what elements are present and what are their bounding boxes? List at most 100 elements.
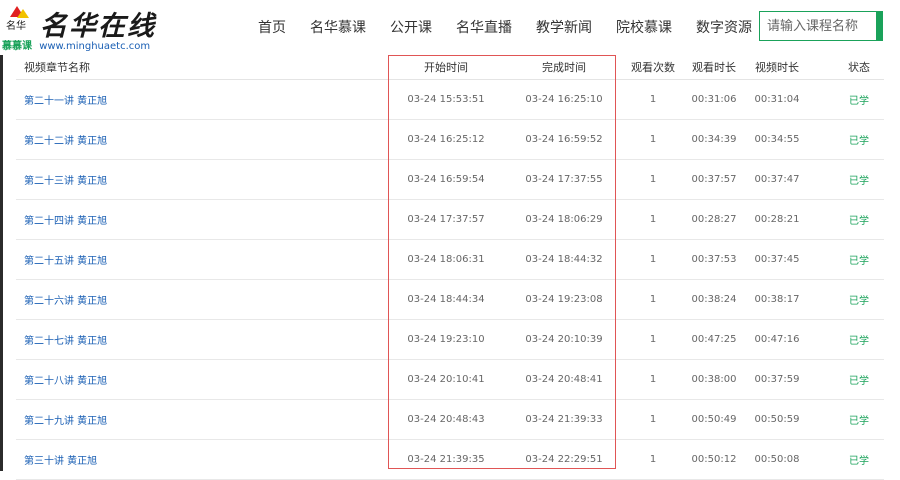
start-time: 03-24 20:48:43 [407, 414, 485, 425]
status-badge: 已学 [849, 96, 869, 107]
status-badge: 已学 [849, 376, 869, 387]
view-count: 1 [649, 294, 657, 305]
chapter-link[interactable]: 第二十七讲 黄正旭 [24, 320, 107, 359]
view-count: 1 [649, 454, 657, 465]
chapter-link[interactable]: 第二十九讲 黄正旭 [24, 400, 107, 439]
nav-minghua-live[interactable]: 名华直播 [456, 17, 512, 37]
view-count: 1 [649, 174, 657, 185]
search-box [759, 11, 883, 41]
search-button[interactable] [876, 11, 883, 41]
video-duration: 00:31:04 [754, 94, 800, 105]
chapter-link[interactable]: 第二十一讲 黄正旭 [24, 80, 107, 119]
status-badge: 已学 [849, 176, 869, 187]
view-count: 1 [649, 254, 657, 265]
end-time: 03-24 22:29:51 [525, 454, 603, 465]
nav-college-mooc[interactable]: 院校慕课 [616, 17, 672, 37]
start-time: 03-24 18:06:31 [407, 254, 485, 265]
table-row: 第二十六讲 黄正旭 03-24 18:44:34 03-24 19:23:08 … [16, 280, 884, 320]
watch-duration: 00:38:00 [691, 374, 737, 385]
watch-duration: 00:47:25 [691, 334, 737, 345]
end-time: 03-24 21:39:33 [525, 414, 603, 425]
header-video-duration: 视频时长 [755, 61, 799, 74]
end-time: 03-24 17:37:55 [525, 174, 603, 185]
viewing-record-table: 视频章节名称 开始时间 完成时间 观看次数 观看时长 视频时长 状态 第二十一讲… [16, 55, 884, 480]
chapter-link[interactable]: 第二十二讲 黄正旭 [24, 120, 107, 159]
view-count: 1 [649, 134, 657, 145]
status-badge: 已学 [849, 256, 869, 267]
table-row: 第二十七讲 黄正旭 03-24 19:23:10 03-24 20:10:39 … [16, 320, 884, 360]
video-duration: 00:37:45 [754, 254, 800, 265]
chapter-link[interactable]: 第二十四讲 黄正旭 [24, 200, 107, 239]
nav-minghua-mooc[interactable]: 名华慕课 [310, 17, 366, 37]
end-time: 03-24 18:06:29 [525, 214, 603, 225]
main-nav: 首页 名华慕课 公开课 名华直播 教学新闻 院校慕课 数字资源 [258, 17, 776, 37]
start-time: 03-24 20:10:41 [407, 374, 485, 385]
view-count: 1 [649, 94, 657, 105]
header-name: 视频章节名称 [24, 61, 90, 74]
watch-duration: 00:50:49 [691, 414, 737, 425]
table-row: 第二十九讲 黄正旭 03-24 20:48:43 03-24 21:39:33 … [16, 400, 884, 440]
logo-subline: 慕慕课 www.minghuaetc.com [2, 37, 150, 52]
status-badge: 已学 [849, 136, 869, 147]
status-badge: 已学 [849, 456, 869, 467]
start-time: 03-24 17:37:57 [407, 214, 485, 225]
watch-duration: 00:31:06 [691, 94, 737, 105]
header-start-time: 开始时间 [424, 61, 468, 74]
nav-home[interactable]: 首页 [258, 17, 286, 37]
table-row: 第二十四讲 黄正旭 03-24 17:37:57 03-24 18:06:29 … [16, 200, 884, 240]
start-time: 03-24 15:53:51 [407, 94, 485, 105]
start-time: 03-24 21:39:35 [407, 454, 485, 465]
table-row: 第三十讲 黄正旭 03-24 21:39:35 03-24 22:29:51 1… [16, 440, 884, 480]
watch-duration: 00:37:57 [691, 174, 737, 185]
search-input[interactable] [760, 12, 878, 40]
start-time: 03-24 16:59:54 [407, 174, 485, 185]
nav-open-course[interactable]: 公开课 [390, 17, 432, 37]
nav-digital-resources[interactable]: 数字资源 [696, 17, 752, 37]
chapter-link[interactable]: 第二十三讲 黄正旭 [24, 160, 107, 199]
chapter-link[interactable]: 第二十五讲 黄正旭 [24, 240, 107, 279]
video-duration: 00:28:21 [754, 214, 800, 225]
watch-duration: 00:38:24 [691, 294, 737, 305]
end-time: 03-24 16:59:52 [525, 134, 603, 145]
end-time: 03-24 19:23:08 [525, 294, 603, 305]
start-time: 03-24 16:25:12 [407, 134, 485, 145]
video-duration: 00:37:59 [754, 374, 800, 385]
logo-seal: 名华 [6, 21, 26, 32]
table-row: 第二十二讲 黄正旭 03-24 16:25:12 03-24 16:59:52 … [16, 120, 884, 160]
site-header: 名华 名华在线 慕慕课 www.minghuaetc.com 首页 名华慕课 公… [0, 0, 900, 55]
logo-icon[interactable]: 名华 [6, 6, 32, 36]
status-badge: 已学 [849, 216, 869, 227]
table-row: 第二十三讲 黄正旭 03-24 16:59:54 03-24 17:37:55 … [16, 160, 884, 200]
table-row: 第二十八讲 黄正旭 03-24 20:10:41 03-24 20:48:41 … [16, 360, 884, 400]
header-end-time: 完成时间 [542, 61, 586, 74]
watch-duration: 00:37:53 [691, 254, 737, 265]
header-watch-duration: 观看时长 [692, 61, 736, 74]
table-row: 第二十五讲 黄正旭 03-24 18:06:31 03-24 18:44:32 … [16, 240, 884, 280]
view-count: 1 [649, 334, 657, 345]
end-time: 03-24 20:48:41 [525, 374, 603, 385]
video-duration: 00:47:16 [754, 334, 800, 345]
end-time: 03-24 16:25:10 [525, 94, 603, 105]
chapter-link[interactable]: 第三十讲 黄正旭 [24, 440, 97, 479]
window-edge [0, 0, 3, 471]
status-badge: 已学 [849, 296, 869, 307]
nav-teaching-news[interactable]: 教学新闻 [536, 17, 592, 37]
view-count: 1 [649, 374, 657, 385]
header-status: 状态 [848, 61, 870, 74]
watch-duration: 00:28:27 [691, 214, 737, 225]
video-duration: 00:38:17 [754, 294, 800, 305]
video-duration: 00:50:59 [754, 414, 800, 425]
status-badge: 已学 [849, 336, 869, 347]
watch-duration: 00:34:39 [691, 134, 737, 145]
view-count: 1 [649, 414, 657, 425]
chapter-link[interactable]: 第二十八讲 黄正旭 [24, 360, 107, 399]
logo-submark: 慕慕课 [2, 41, 32, 52]
status-badge: 已学 [849, 416, 869, 427]
video-duration: 00:50:08 [754, 454, 800, 465]
logo-url[interactable]: www.minghuaetc.com [39, 41, 150, 52]
watch-duration: 00:50:12 [691, 454, 737, 465]
start-time: 03-24 19:23:10 [407, 334, 485, 345]
chapter-link[interactable]: 第二十六讲 黄正旭 [24, 280, 107, 319]
start-time: 03-24 18:44:34 [407, 294, 485, 305]
end-time: 03-24 20:10:39 [525, 334, 603, 345]
